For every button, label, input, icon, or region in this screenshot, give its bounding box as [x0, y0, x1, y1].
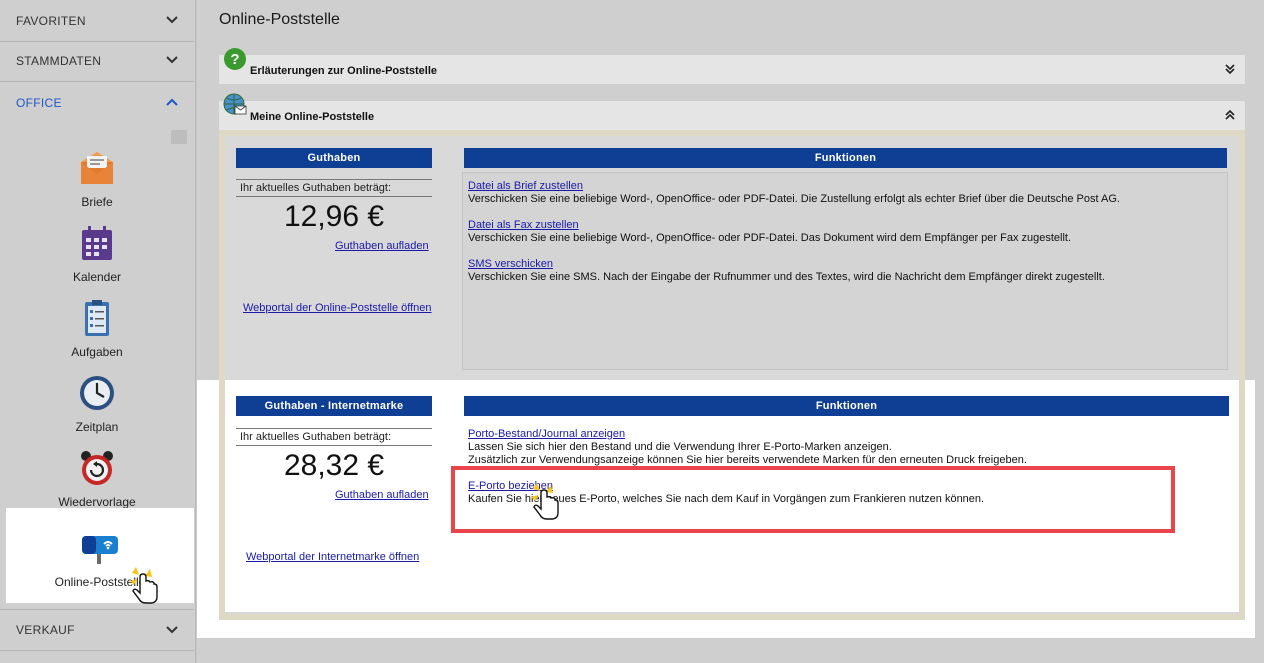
globe-mail-icon: [223, 93, 247, 115]
sidebar-item-aufgaben[interactable]: Aufgaben: [0, 298, 194, 359]
internetmarke-header: Guthaben - Internetmarke: [236, 396, 432, 416]
double-chevron-down-icon[interactable]: [1223, 62, 1237, 76]
porto-bestand-desc: Lassen Sie sich hier den Bestand und die…: [468, 441, 892, 453]
accordion-help[interactable]: ? Erläuterungen zur Online-Poststelle: [219, 48, 1245, 84]
sidebar-item-label: Aufgaben: [71, 345, 123, 359]
internetmarke-portal-link[interactable]: Webportal der Internetmarke öffnen: [246, 551, 419, 563]
accordion-mine[interactable]: Meine Online-Poststelle: [219, 93, 1245, 130]
fax-zustellen-link[interactable]: Datei als Fax zustellen: [468, 219, 579, 231]
sidebar-item-label: Briefe: [81, 195, 113, 209]
fax-zustellen-desc: Verschicken Sie eine beliebige Word-, Op…: [468, 232, 1072, 244]
porto-bestand-desc2: Zusätzlich zur Verwendungsanzeige können…: [468, 454, 1027, 466]
sidebar-item-label: Zeitplan: [75, 420, 119, 434]
envelope-icon: [81, 152, 113, 184]
chevron-down-icon: [166, 626, 178, 634]
clock-icon: [80, 376, 114, 410]
sidebar-item-online-poststelle[interactable]: Online-Poststelle: [6, 508, 194, 603]
balance-label: Ihr aktuelles Guthaben beträgt:: [236, 179, 432, 197]
portal-link[interactable]: Webportal der Online-Poststelle öffnen: [243, 302, 432, 314]
accordion-help-label: Erläuterungen zur Online-Poststelle: [250, 65, 438, 77]
chevron-up-icon: [166, 98, 178, 106]
brief-zustellen-desc: Verschicken Sie eine beliebige Word-, Op…: [468, 193, 1120, 205]
topup-link[interactable]: Guthaben aufladen: [335, 240, 429, 252]
section-stammdaten-label: STAMMDATEN: [16, 53, 102, 68]
main-area: Online-Poststelle ? Erläuterungen zur On…: [197, 0, 1264, 663]
alarm-clock-icon: [81, 451, 113, 485]
functions-header: Funktionen: [464, 396, 1229, 416]
section-favoriten[interactable]: FAVORITEN: [0, 0, 194, 42]
functions-header: Funktionen: [464, 148, 1227, 168]
balance-label: Ihr aktuelles Guthaben beträgt:: [236, 428, 432, 446]
balance-amount: 28,32 €: [283, 449, 385, 482]
accordion-mine-label: Meine Online-Poststelle: [250, 111, 375, 123]
sidebar-item-kalender[interactable]: Kalender: [0, 223, 194, 284]
calendar-icon: [82, 226, 112, 260]
chevron-down-icon: [166, 56, 178, 64]
sidebar-item-label: Online-Poststelle: [54, 575, 146, 589]
guthaben-header: Guthaben: [236, 148, 432, 168]
topup-link[interactable]: Guthaben aufladen: [335, 489, 429, 501]
porto-bestand-link[interactable]: Porto-Bestand/Journal anzeigen: [468, 428, 625, 440]
sidebar-item-wiedervorlage[interactable]: Wiedervorlage: [0, 448, 194, 509]
hand-pointer-icon: [130, 567, 158, 604]
section-office[interactable]: OFFICE: [0, 82, 194, 124]
page-title: Online-Poststelle: [219, 11, 340, 28]
help-icon: ?: [224, 48, 246, 70]
section-favoriten-label: FAVORITEN: [16, 13, 86, 28]
balance-amount: 12,96 €: [283, 200, 385, 233]
section-stammdaten[interactable]: STAMMDATEN: [0, 40, 194, 82]
sms-link[interactable]: SMS verschicken: [468, 258, 553, 270]
sidebar-item-zeitplan[interactable]: Zeitplan: [0, 373, 194, 434]
sidebar: FAVORITEN STAMMDATEN OFFICE Briefe Kalen…: [0, 0, 196, 663]
section-verkauf-label: VERKAUF: [16, 623, 75, 637]
svg-text:?: ?: [230, 51, 239, 68]
mailbox-icon: [82, 536, 118, 564]
clipboard-icon: [85, 300, 109, 336]
sidebar-item-briefe[interactable]: Briefe: [0, 148, 194, 209]
chevron-down-icon: [166, 16, 178, 24]
section-verkauf[interactable]: VERKAUF: [0, 609, 194, 651]
section-office-label: OFFICE: [16, 96, 62, 110]
hand-pointer-icon: [531, 483, 559, 520]
sms-desc: Verschicken Sie eine SMS. Nach der Einga…: [468, 271, 1105, 283]
brief-zustellen-link[interactable]: Datei als Brief zustellen: [468, 180, 583, 192]
double-chevron-up-icon[interactable]: [1223, 108, 1237, 122]
sidebar-item-label: Wiedervorlage: [58, 495, 136, 509]
sidebar-item-label: Kalender: [72, 270, 122, 284]
scroll-up-button[interactable]: [171, 130, 187, 144]
